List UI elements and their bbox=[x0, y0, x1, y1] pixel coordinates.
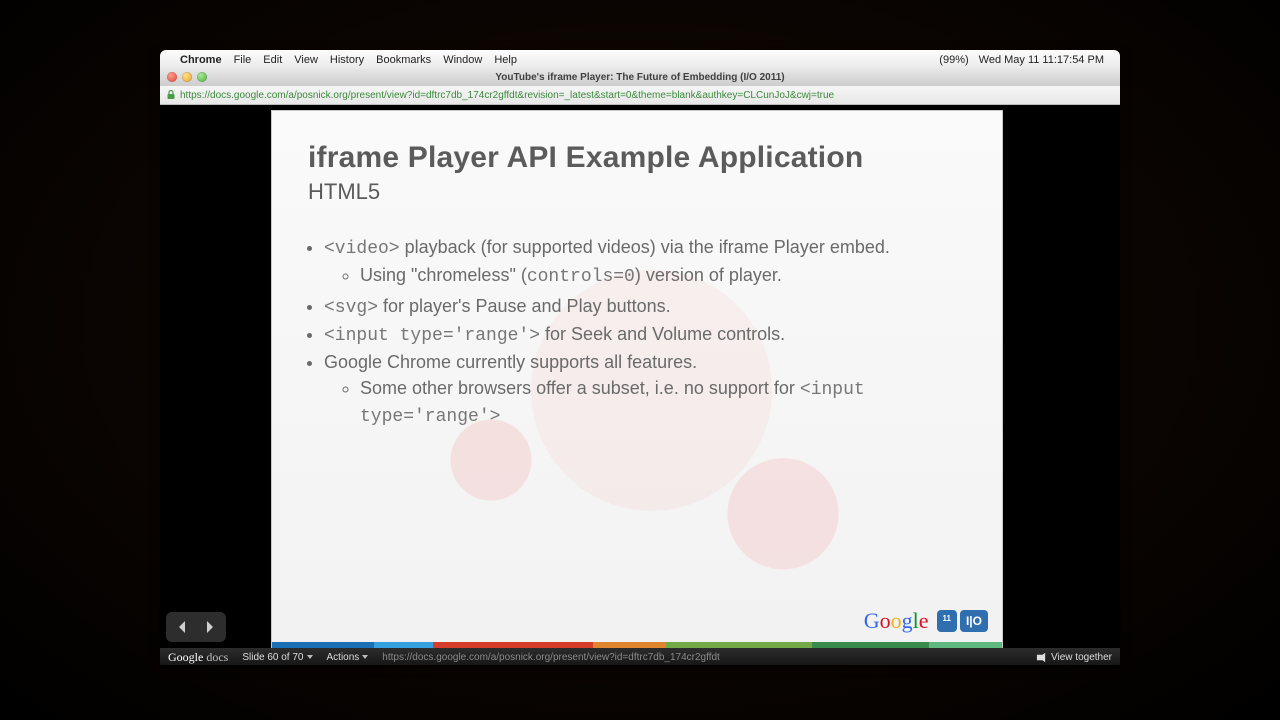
google-logo: Google bbox=[864, 608, 929, 634]
slide-bullets: <video> playback (for supported videos) … bbox=[308, 235, 966, 429]
bullet-chromeless: Using "chromeless" (controls=0) version … bbox=[360, 263, 966, 289]
menu-help[interactable]: Help bbox=[494, 54, 517, 66]
next-slide-button[interactable] bbox=[198, 616, 220, 638]
presentation-stage: iframe Player API Example Application HT… bbox=[160, 105, 1120, 648]
bullet-chrome: Google Chrome currently supports all fea… bbox=[324, 350, 966, 429]
view-together-button[interactable]: View together bbox=[1036, 648, 1112, 665]
slide: iframe Player API Example Application HT… bbox=[272, 111, 1002, 648]
bullet-svg: <svg> for player's Pause and Play button… bbox=[324, 294, 966, 320]
slide-title: iframe Player API Example Application bbox=[308, 141, 966, 175]
status-url: https://docs.google.com/a/posnick.org/pr… bbox=[382, 652, 720, 663]
menu-view[interactable]: View bbox=[294, 54, 318, 66]
prev-slide-button[interactable] bbox=[172, 616, 194, 638]
url-bar[interactable]: https://docs.google.com/a/posnick.org/pr… bbox=[160, 85, 1120, 105]
slide-counter[interactable]: Slide 60 of 70 bbox=[242, 652, 312, 663]
bullet-range: <input type='range'> for Seek and Volume… bbox=[324, 322, 966, 348]
menu-edit[interactable]: Edit bbox=[263, 54, 282, 66]
lock-icon bbox=[166, 90, 176, 100]
app-menu[interactable]: Chrome bbox=[180, 54, 222, 66]
menu-bookmarks[interactable]: Bookmarks bbox=[376, 54, 431, 66]
clock[interactable]: Wed May 11 11:17:54 PM bbox=[979, 54, 1104, 66]
macos-menubar: Chrome File Edit View History Bookmarks … bbox=[160, 50, 1120, 69]
menu-window[interactable]: Window bbox=[443, 54, 482, 66]
slide-brand: Google 11 I|O bbox=[864, 608, 988, 634]
menu-history[interactable]: History bbox=[330, 54, 364, 66]
bullet-video: <video> playback (for supported videos) … bbox=[324, 235, 966, 290]
browser-window: Chrome File Edit View History Bookmarks … bbox=[160, 50, 1120, 665]
docs-toolbar: Google docs Slide 60 of 70 Actions https… bbox=[160, 648, 1120, 665]
io-logo: 11 I|O bbox=[937, 610, 989, 632]
slide-subtitle: HTML5 bbox=[308, 179, 966, 205]
window-title: YouTube's iframe Player: The Future of E… bbox=[160, 72, 1120, 83]
battery-percent: (99%) bbox=[939, 54, 968, 66]
url-text: https://docs.google.com/a/posnick.org/pr… bbox=[180, 90, 834, 101]
slide-nav bbox=[166, 612, 226, 642]
actions-menu[interactable]: Actions bbox=[327, 652, 369, 663]
window-titlebar: YouTube's iframe Player: The Future of E… bbox=[160, 69, 1120, 85]
docs-logo[interactable]: Google docs bbox=[168, 650, 228, 665]
bullet-browser-subset: Some other browsers offer a subset, i.e.… bbox=[360, 376, 966, 429]
menu-file[interactable]: File bbox=[234, 54, 252, 66]
